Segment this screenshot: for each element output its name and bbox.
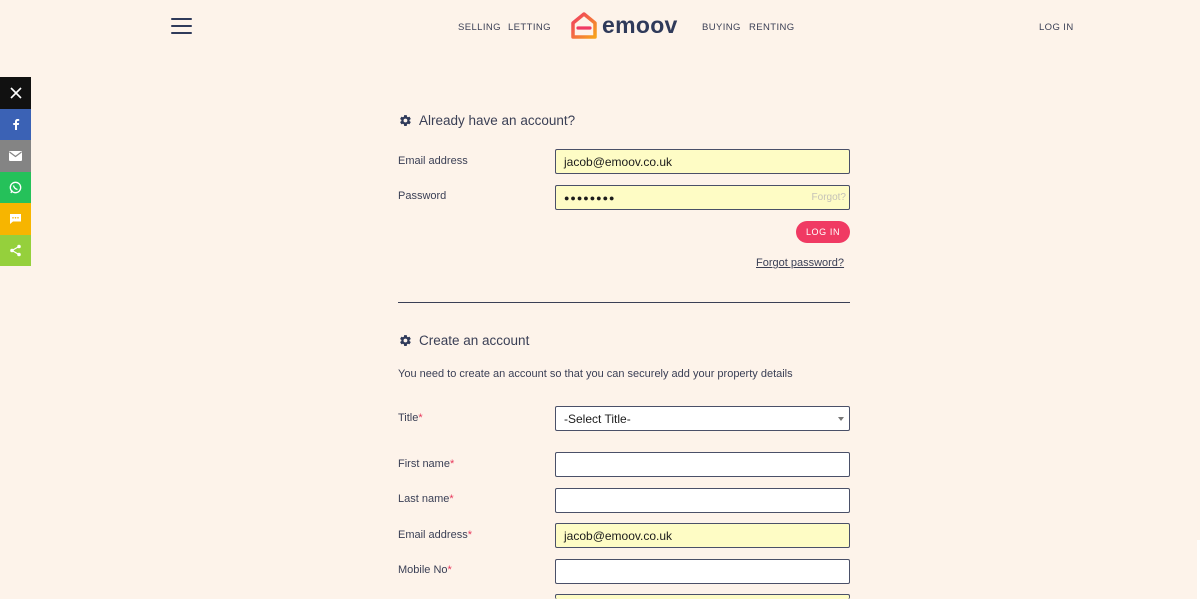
login-section-title: Already have an account? <box>399 113 575 128</box>
create-email-value: jacob@emoov.co.uk <box>564 528 673 543</box>
share-more-button[interactable] <box>0 234 31 266</box>
menu-icon[interactable] <box>171 18 192 34</box>
nav-selling[interactable]: SELLING <box>458 22 501 33</box>
share-email-button[interactable] <box>0 140 31 172</box>
mobile-label-text: Mobile No <box>398 564 448 576</box>
share-sms-button[interactable] <box>0 203 31 235</box>
x-twitter-icon <box>9 87 22 99</box>
nav-letting[interactable]: LETTING <box>508 22 551 33</box>
email-icon <box>9 150 22 161</box>
required-mark: * <box>447 564 452 576</box>
required-mark: * <box>467 529 472 541</box>
mobile-label: Mobile No* <box>398 564 452 576</box>
share-facebook-button[interactable] <box>0 108 31 140</box>
chevron-down-icon <box>838 417 844 421</box>
next-field-input[interactable] <box>555 594 850 599</box>
login-password-input[interactable]: ●●●●●●●● Forgot? <box>555 185 850 210</box>
gear-icon <box>400 115 411 126</box>
login-section-title-text: Already have an account? <box>419 113 576 128</box>
last-name-label-text: Last name <box>398 493 450 505</box>
create-account-description: You need to create an account so that yo… <box>398 368 793 380</box>
create-section-title: Create an account <box>399 333 529 348</box>
title-label: Title* <box>398 412 423 424</box>
create-email-input[interactable]: jacob@emoov.co.uk <box>555 523 850 548</box>
header-login-link[interactable]: LOG IN <box>1039 22 1074 33</box>
title-label-text: Title <box>398 412 419 424</box>
login-email-value: jacob@emoov.co.uk <box>564 154 673 169</box>
create-email-label-text: Email address <box>398 529 468 541</box>
share-whatsapp-button[interactable] <box>0 171 31 203</box>
title-select[interactable]: -Select Title- <box>555 406 850 431</box>
last-name-label: Last name* <box>398 493 454 505</box>
title-select-value: -Select Title- <box>564 411 631 426</box>
required-mark: * <box>449 458 455 470</box>
login-button[interactable]: LOG IN <box>796 221 850 243</box>
emoov-house-icon <box>571 12 597 39</box>
whatsapp-icon <box>9 181 22 194</box>
facebook-icon <box>12 119 19 131</box>
nav-renting[interactable]: RENTING <box>749 22 795 33</box>
logo[interactable]: emoov <box>570 10 678 40</box>
last-name-input[interactable] <box>555 488 850 513</box>
site-header: SELLING LETTING emoov BUYING RENTING LOG… <box>0 0 1200 55</box>
share-icon <box>10 244 21 257</box>
share-sidebar <box>0 77 31 266</box>
logo-text: emoov <box>602 11 678 38</box>
create-email-label: Email address* <box>398 529 472 541</box>
required-mark: * <box>418 412 423 424</box>
forgot-password-link[interactable]: Forgot password? <box>756 257 844 269</box>
login-email-input[interactable]: jacob@emoov.co.uk <box>555 149 850 174</box>
section-divider <box>398 302 850 303</box>
first-name-label-text: First name <box>398 458 450 470</box>
required-mark: * <box>449 493 454 505</box>
login-email-label: Email address <box>398 155 468 167</box>
login-password-label: Password <box>398 190 447 202</box>
nav-buying[interactable]: BUYING <box>702 22 741 33</box>
gear-icon <box>400 335 411 346</box>
password-forgot-inline-link[interactable]: Forgot? <box>812 192 846 203</box>
first-name-input[interactable] <box>555 452 850 477</box>
create-section-title-text: Create an account <box>419 333 530 348</box>
sms-icon <box>10 213 21 224</box>
mobile-input[interactable] <box>555 559 850 584</box>
login-password-value: ●●●●●●●● <box>564 192 616 203</box>
share-x-button[interactable] <box>0 77 31 109</box>
first-name-label: First name* <box>398 458 454 470</box>
